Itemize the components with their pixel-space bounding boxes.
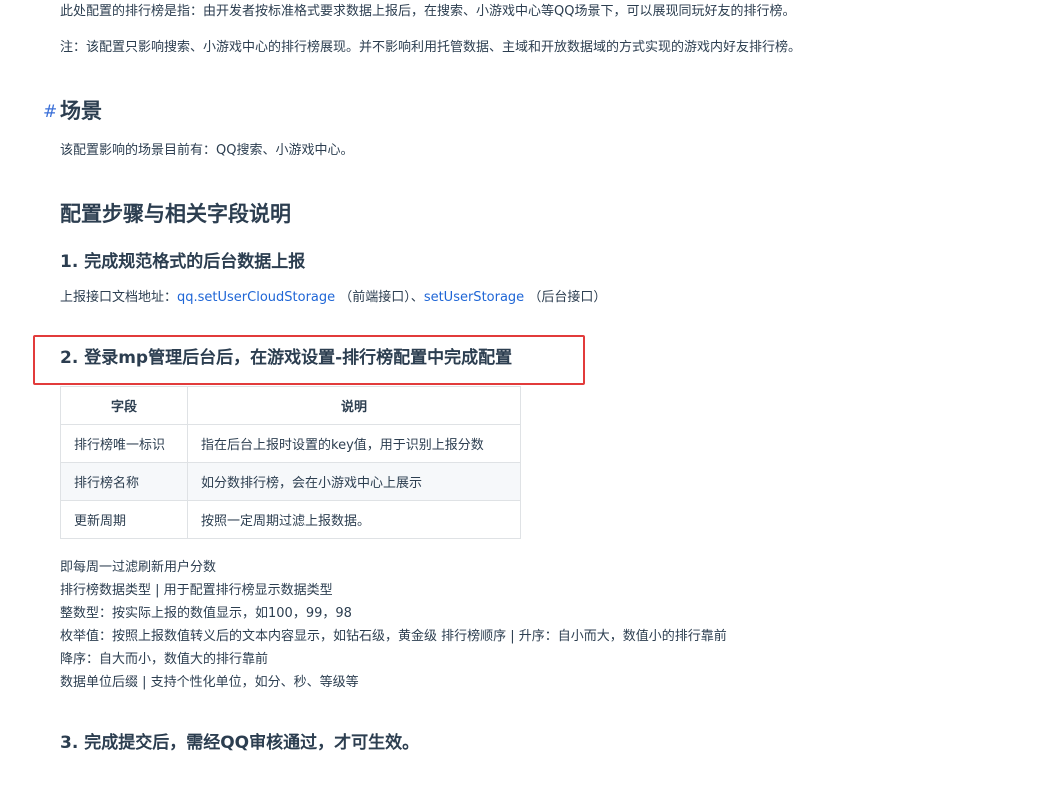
step1-heading: 1. 完成规范格式的后台数据上报 bbox=[60, 252, 306, 272]
table-cell-description: 指在后台上报时设置的key值，用于识别上报分数 bbox=[187, 424, 521, 463]
header-anchor-link[interactable]: # bbox=[43, 102, 57, 122]
scene-paragraph: 该配置影响的场景目前有：QQ搜索、小游戏中心。 bbox=[60, 143, 354, 158]
intro-paragraph: 此处配置的排行榜是指：由开发者按标准格式要求数据上报后，在搜索、小游戏中心等QQ… bbox=[60, 4, 796, 19]
table-header-field: 字段 bbox=[60, 386, 188, 425]
table-header-description: 说明 bbox=[187, 386, 521, 425]
step1-suffix: （后台接口） bbox=[528, 290, 607, 305]
note-line: 枚举值：按照上报数值转义后的文本内容显示，如钻石级，黄金级 排行榜顺序 | 升序… bbox=[60, 629, 727, 644]
document-page: 此处配置的排行榜是指：由开发者按标准格式要求数据上报后，在搜索、小游戏中心等QQ… bbox=[0, 0, 1044, 798]
table-cell-field: 更新周期 bbox=[60, 500, 188, 539]
link-set-user-storage[interactable]: setUserStorage bbox=[424, 290, 524, 305]
table-cell-description: 如分数排行榜，会在小游戏中心上展示 bbox=[187, 462, 521, 501]
table-row: 更新周期 按照一定周期过滤上报数据。 bbox=[60, 500, 521, 539]
step3-heading: 3. 完成提交后，需经QQ审核通过，才可生效。 bbox=[60, 733, 420, 753]
step1-mid: （前端接口）、 bbox=[339, 290, 424, 305]
table-cell-field: 排行榜名称 bbox=[60, 462, 188, 501]
step1-paragraph: 上报接口文档地址：qq.setUserCloudStorage （前端接口）、s… bbox=[60, 289, 606, 307]
link-set-user-cloud-storage[interactable]: qq.setUserCloudStorage bbox=[177, 290, 335, 305]
table-cell-description: 按照一定周期过滤上报数据。 bbox=[187, 500, 521, 539]
fields-table: 字段 说明 排行榜唯一标识 指在后台上报时设置的key值，用于识别上报分数 排行… bbox=[60, 386, 521, 539]
step1-prefix: 上报接口文档地址： bbox=[60, 290, 178, 305]
note-line: 降序：自大而小，数值大的排行靠前 bbox=[60, 652, 269, 667]
scene-heading: 场景 bbox=[60, 99, 102, 123]
table-row: 排行榜唯一标识 指在后台上报时设置的key值，用于识别上报分数 bbox=[60, 424, 521, 463]
note-line: 排行榜数据类型 | 用于配置排行榜显示数据类型 bbox=[60, 583, 333, 598]
note-line: 即每周一过滤刷新用户分数 bbox=[60, 560, 217, 575]
table-header-row: 字段 说明 bbox=[60, 386, 521, 425]
notes-block: 即每周一过滤刷新用户分数 排行榜数据类型 | 用于配置排行榜显示数据类型 整数型… bbox=[60, 556, 727, 694]
table-row: 排行榜名称 如分数排行榜，会在小游戏中心上展示 bbox=[60, 462, 521, 501]
note-line: 数据单位后缀 | 支持个性化单位，如分、秒、等级等 bbox=[60, 675, 359, 690]
intro-note: 注：该配置只影响搜索、小游戏中心的排行榜展现。并不影响利用托管数据、主域和开放数… bbox=[60, 40, 802, 55]
note-line: 整数型：按实际上报的数值显示，如100，99，98 bbox=[60, 606, 352, 621]
steps-heading: 配置步骤与相关字段说明 bbox=[60, 202, 291, 226]
step2-heading: 2. 登录mp管理后台后，在游戏设置-排行榜配置中完成配置 bbox=[60, 348, 513, 368]
table-cell-field: 排行榜唯一标识 bbox=[60, 424, 188, 463]
